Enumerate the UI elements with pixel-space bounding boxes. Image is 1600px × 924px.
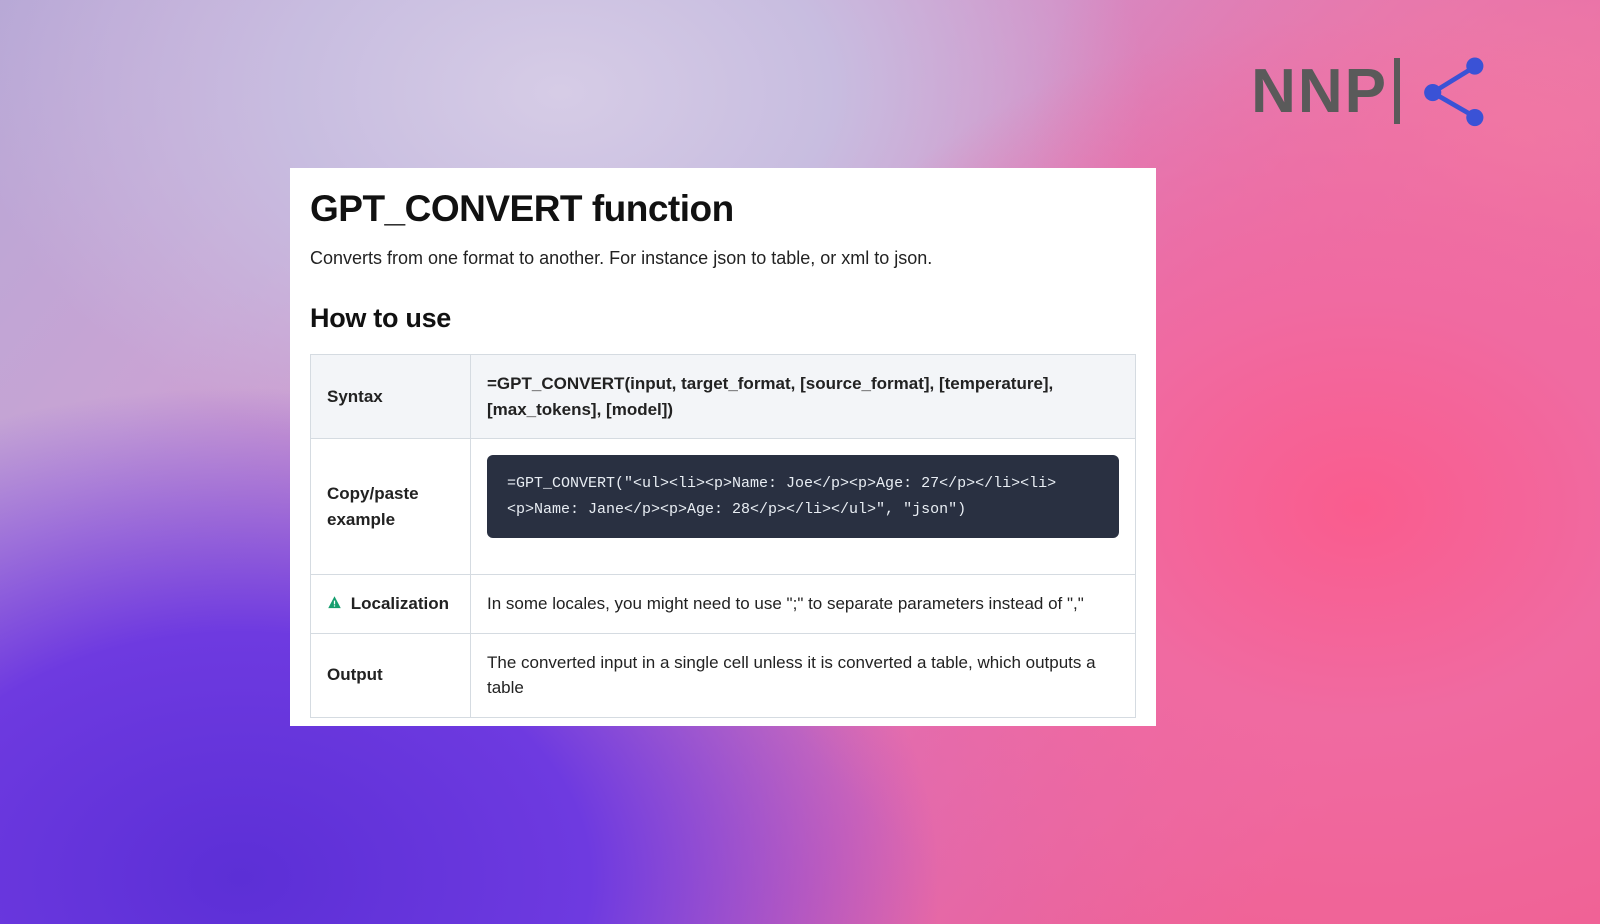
table-row-localization: Localization In some locales, you might … (311, 575, 1136, 634)
table-row-syntax: Syntax =GPT_CONVERT(input, target_format… (311, 355, 1136, 439)
document-card: GPT_CONVERT function Converts from one f… (290, 168, 1156, 726)
page-subtitle: Converts from one format to another. For… (310, 248, 1136, 269)
localization-label[interactable]: Localization (311, 575, 471, 634)
syntax-label: Syntax (311, 355, 471, 439)
usage-table: Syntax =GPT_CONVERT(input, target_format… (310, 354, 1136, 718)
table-row-example: Copy/paste example =GPT_CONVERT("<ul><li… (311, 439, 1136, 575)
example-code[interactable]: =GPT_CONVERT("<ul><li><p>Name: Joe</p><p… (487, 455, 1119, 538)
table-row-output: Output The converted input in a single c… (311, 633, 1136, 717)
section-heading: How to use (310, 303, 1136, 334)
brand-logo: NNP (1251, 52, 1492, 130)
localization-value: In some locales, you might need to use "… (471, 575, 1136, 634)
example-cell: =GPT_CONVERT("<ul><li><p>Name: Joe</p><p… (471, 439, 1136, 575)
output-value: The converted input in a single cell unl… (471, 633, 1136, 717)
output-label[interactable]: Output (311, 633, 471, 717)
example-label[interactable]: Copy/paste example (311, 439, 471, 575)
brand-divider (1394, 58, 1400, 124)
localization-label-text: Localization (351, 594, 449, 613)
page-title: GPT_CONVERT function (310, 188, 1136, 230)
warning-icon (327, 594, 347, 613)
share-graph-icon (1414, 52, 1492, 130)
syntax-value: =GPT_CONVERT(input, target_format, [sour… (471, 355, 1136, 439)
brand-text: NNP (1251, 56, 1388, 127)
